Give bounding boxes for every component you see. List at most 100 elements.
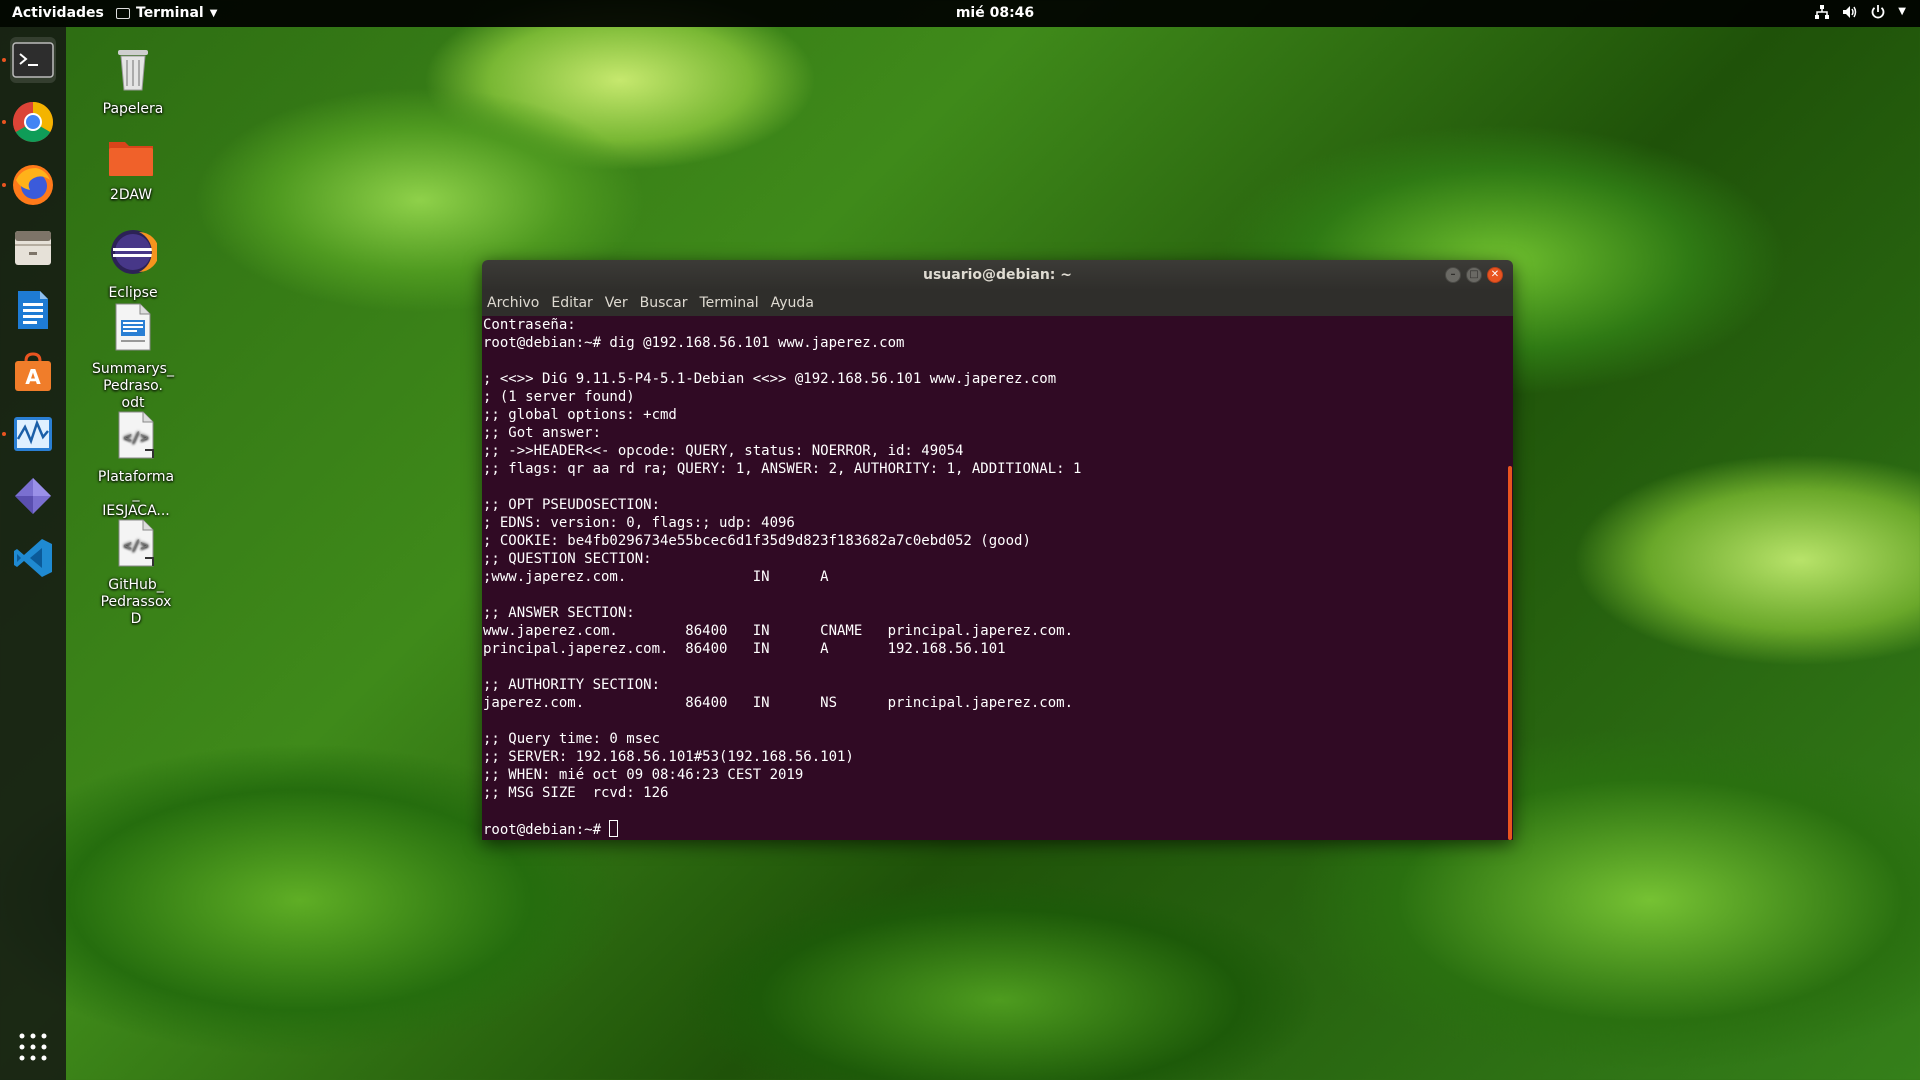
terminal-line: ;; Query time: 0 msec <box>483 731 661 747</box>
system-monitor-icon <box>14 417 52 451</box>
terminal-line: root@debian:~# dig @192.168.56.101 www.j… <box>483 335 905 351</box>
vscode-icon <box>14 539 52 577</box>
terminal-line: ;; SERVER: 192.168.56.101#53(192.168.56.… <box>483 749 854 765</box>
dock-firefox[interactable] <box>10 162 56 208</box>
window-titlebar[interactable]: usuario@debian: ~ – □ ✕ <box>482 260 1513 290</box>
window-controls: – □ ✕ <box>1445 267 1503 283</box>
document-icon <box>115 303 151 351</box>
terminal-line: ;; Got answer: <box>483 425 602 441</box>
terminal-line: ;; global options: +cmd <box>483 407 677 423</box>
desktop-icon-label: Plataforma _ IESJACA... <box>97 469 175 519</box>
desktop-icon-trash[interactable]: Papelera <box>83 44 183 118</box>
chevron-down-icon: ▼ <box>1898 6 1906 17</box>
dock-software[interactable]: A <box>10 349 56 395</box>
terminal-line: ; (1 server found) <box>483 389 635 405</box>
desktop-icon-label: Eclipse <box>108 285 158 301</box>
terminal-line: ;; MSG SIZE rcvd: 126 <box>483 785 669 801</box>
terminal-window[interactable]: usuario@debian: ~ – □ ✕ Archivo Editar V… <box>482 260 1513 840</box>
minimize-button[interactable]: – <box>1445 267 1461 283</box>
firefox-icon <box>13 165 53 205</box>
terminal-prompt-line[interactable]: root@debian:~# <box>483 820 1513 838</box>
running-indicator <box>2 120 6 124</box>
dock-chrome[interactable] <box>10 99 56 145</box>
diamond-icon <box>15 478 51 514</box>
text-cursor <box>609 820 619 837</box>
power-icon <box>1871 5 1885 19</box>
menu-bar: Archivo Editar Ver Buscar Terminal Ayuda <box>482 290 1513 316</box>
menu-archivo[interactable]: Archivo <box>487 295 539 311</box>
menu-editar[interactable]: Editar <box>551 295 592 311</box>
terminal-output[interactable]: Contraseña: root@debian:~# dig @192.168.5… <box>482 316 1513 840</box>
grid-apps-icon <box>19 1033 47 1061</box>
terminal-line: ;; ->>HEADER<<- opcode: QUERY, status: N… <box>483 443 964 459</box>
folder-icon <box>109 142 153 176</box>
close-button[interactable]: ✕ <box>1487 267 1503 283</box>
network-icon <box>1815 5 1830 19</box>
terminal-line: ;; WHEN: mié oct 09 08:46:23 CEST 2019 <box>483 767 804 783</box>
terminal-line: japerez.com. 86400 IN NS principal.japer… <box>483 695 1074 711</box>
menu-ayuda[interactable]: Ayuda <box>771 295 814 311</box>
clock[interactable]: mié 08:46 <box>0 5 1920 21</box>
dock-terminal[interactable] <box>10 37 56 83</box>
desktop-icon-odt-file[interactable]: Summarys_ Pedraso. odt <box>83 302 183 412</box>
system-tray[interactable]: ▼ <box>1814 4 1906 20</box>
dock-system-monitor[interactable] <box>10 411 56 457</box>
running-indicator <box>2 58 6 62</box>
dock: A <box>0 27 66 1080</box>
shopping-bag-icon: A <box>15 352 51 391</box>
terminal-line: www.japerez.com. 86400 IN CNAME principa… <box>483 623 1074 639</box>
top-panel: Actividades Terminal ▼ mié 08:46 ▼ <box>0 0 1920 27</box>
volume-icon <box>1843 6 1857 18</box>
menu-ver[interactable]: Ver <box>605 295 628 311</box>
desktop-icon-plataforma[interactable]: </> Plataforma _ IESJACA... <box>86 410 186 520</box>
svg-text:</>: </> <box>123 538 148 554</box>
maximize-button[interactable]: □ <box>1466 267 1482 283</box>
html-file-icon: </> <box>118 411 154 459</box>
show-applications-button[interactable] <box>10 1024 56 1070</box>
dock-writer[interactable] <box>10 287 56 333</box>
eclipse-icon <box>111 230 159 274</box>
running-indicator <box>2 183 6 187</box>
desktop-icon-label: Papelera <box>102 101 164 117</box>
terminal-line: ;www.japerez.com. IN A <box>483 569 829 585</box>
terminal-line: ;; OPT PSEUDOSECTION: <box>483 497 661 513</box>
chrome-icon <box>13 102 53 142</box>
prompt: root@debian:~# <box>483 822 610 838</box>
terminal-line: ; <<>> DiG 9.11.5-P4-5.1-Debian <<>> @19… <box>483 371 1057 387</box>
svg-text:A: A <box>25 365 41 389</box>
menu-terminal[interactable]: Terminal <box>699 295 758 311</box>
terminal-icon <box>12 42 54 78</box>
terminal-line: ;; QUESTION SECTION: <box>483 551 652 567</box>
terminal-line: ;; ANSWER SECTION: <box>483 605 635 621</box>
writer-icon <box>18 291 48 329</box>
desktop-icon-label: GitHub_ Pedrassox D <box>100 577 172 627</box>
terminal-line: principal.japerez.com. 86400 IN A 192.16… <box>483 641 1006 657</box>
scrollbar[interactable] <box>1508 466 1512 840</box>
running-indicator <box>2 432 6 436</box>
dock-app-diamond[interactable] <box>10 473 56 519</box>
window-title: usuario@debian: ~ <box>923 267 1072 283</box>
terminal-line: Contraseña: <box>483 317 576 333</box>
desktop-icon-github[interactable]: </> GitHub_ Pedrassox D <box>86 518 186 628</box>
menu-buscar[interactable]: Buscar <box>640 295 688 311</box>
trash-icon <box>118 50 148 91</box>
file-cabinet-icon <box>15 231 51 265</box>
html-file-icon: </> <box>118 519 154 567</box>
terminal-line: ; COOKIE: be4fb0296734e55bcec6d1f35d9d82… <box>483 533 1031 549</box>
desktop-icon-label: 2DAW <box>109 187 153 203</box>
desktop-icon-label: Summarys_ Pedraso. odt <box>92 361 174 411</box>
desktop-icon-eclipse[interactable]: Eclipse <box>83 228 183 302</box>
terminal-line: ; EDNS: version: 0, flags:; udp: 4096 <box>483 515 795 531</box>
desktop-icon-folder-2daw[interactable]: 2DAW <box>81 136 181 204</box>
terminal-line: ;; AUTHORITY SECTION: <box>483 677 661 693</box>
svg-text:</>: </> <box>123 430 148 446</box>
dock-files[interactable] <box>10 225 56 271</box>
dock-vscode[interactable] <box>10 535 56 581</box>
terminal-line: ;; flags: qr aa rd ra; QUERY: 1, ANSWER:… <box>483 461 1082 477</box>
